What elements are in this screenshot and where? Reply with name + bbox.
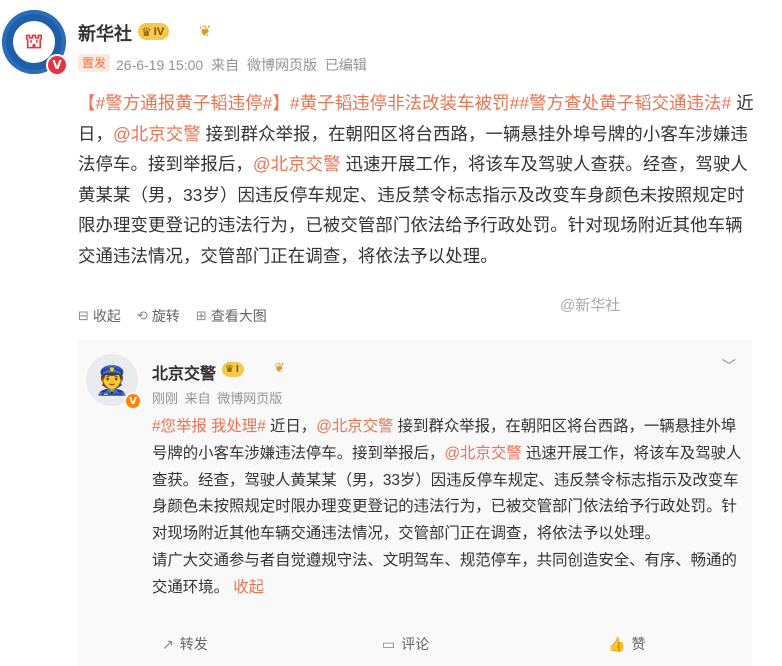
comment-icon: ▭: [382, 635, 396, 652]
quote-meta: 刚刚 来自 微博网页版: [152, 388, 285, 407]
crown-icon: ♛: [225, 364, 234, 375]
quote-source: 微博网页版: [217, 391, 283, 406]
quote-author-name[interactable]: 北京交警: [152, 360, 216, 384]
quote-verified-badge-icon: V: [124, 392, 142, 410]
post-meta: 26-6-19 15:00 来自 微博网页版 已编辑: [116, 55, 371, 75]
post-edited: 已编辑: [324, 57, 367, 73]
quote-actions: ↗ 转发 ▭ 评论 👍 赞: [78, 630, 752, 660]
view-large-button[interactable]: ⊞ 查看大图: [196, 306, 267, 326]
watermark: @新华社: [560, 297, 621, 314]
quote-body: #您举报 我处理# 近日，@北京交警 接到群众举报，在朝阳区将台西路，一辆悬挂外…: [152, 414, 742, 602]
quote-link[interactable]: @北京交警: [444, 445, 521, 462]
weibo-post-card: ⛫ V 新华社 ♛ IV ❦ 置发 26-6-19 15:00 来自 微博网页版…: [0, 0, 782, 666]
post-source-prefix: 来自: [211, 57, 240, 73]
medal-icon: ❦: [274, 360, 285, 375]
author-name[interactable]: 新华社: [78, 20, 132, 46]
repost-icon: ↗: [162, 635, 174, 652]
quoted-post: 👮 V 北京交警 ♛ I ❦ 刚刚 来自 微博网页版 ﹀ #您举报 我处理# 近…: [78, 340, 752, 666]
post-link[interactable]: 【#警方通报黄子韬违停#】#黄子韬违停非法改装车被罚##警方查处黄子韬交通违法#: [78, 93, 731, 113]
view-large-icon: ⊞: [195, 308, 207, 323]
level-badge: ♛ IV: [138, 23, 170, 40]
police-mascot-icon: 👮: [94, 364, 130, 396]
quote-text: 近日，: [265, 418, 317, 435]
post-time[interactable]: 26-6-19 15:00: [116, 57, 203, 73]
author-avatar[interactable]: ⛫ V: [2, 10, 68, 76]
quote-time[interactable]: 刚刚: [152, 391, 178, 406]
image-actions: ⊟ 收起 ⟲ 旋转 ⊞ 查看大图: [78, 306, 267, 326]
quote-level-badge: ♛ I: [222, 362, 244, 377]
post-link[interactable]: @北京交警: [253, 154, 341, 174]
quote-source-prefix: 来自: [184, 391, 211, 406]
repost-button[interactable]: ↗ 转发: [162, 634, 208, 654]
collapse-button[interactable]: ⊟ 收起: [78, 306, 121, 326]
tag-badge: 置发: [78, 54, 111, 72]
verified-badge-icon: V: [46, 54, 68, 76]
rotate-button[interactable]: ⟲ 旋转: [137, 306, 180, 326]
quote-link[interactable]: 收起: [229, 579, 264, 596]
quote-link[interactable]: #您举报 我处理#: [152, 418, 266, 435]
comment-button[interactable]: ▭ 评论: [382, 634, 429, 654]
collapse-icon: ⊟: [78, 308, 89, 323]
medal-icon: ❦: [199, 23, 212, 40]
post-body: 【#警方通报黄子韬违停#】#黄子韬违停非法改装车被罚##警方查处黄子韬交通违法#…: [78, 88, 758, 271]
like-icon: 👍: [608, 635, 626, 652]
post-link[interactable]: @北京交警: [113, 124, 201, 144]
like-button[interactable]: 👍 赞: [608, 634, 645, 654]
crown-icon: ♛: [141, 24, 152, 39]
chevron-down-icon[interactable]: ﹀: [722, 356, 736, 376]
rotate-icon: ⟲: [136, 308, 148, 323]
quote-link[interactable]: @北京交警: [316, 418, 393, 435]
post-source: 微博网页版: [246, 57, 317, 73]
